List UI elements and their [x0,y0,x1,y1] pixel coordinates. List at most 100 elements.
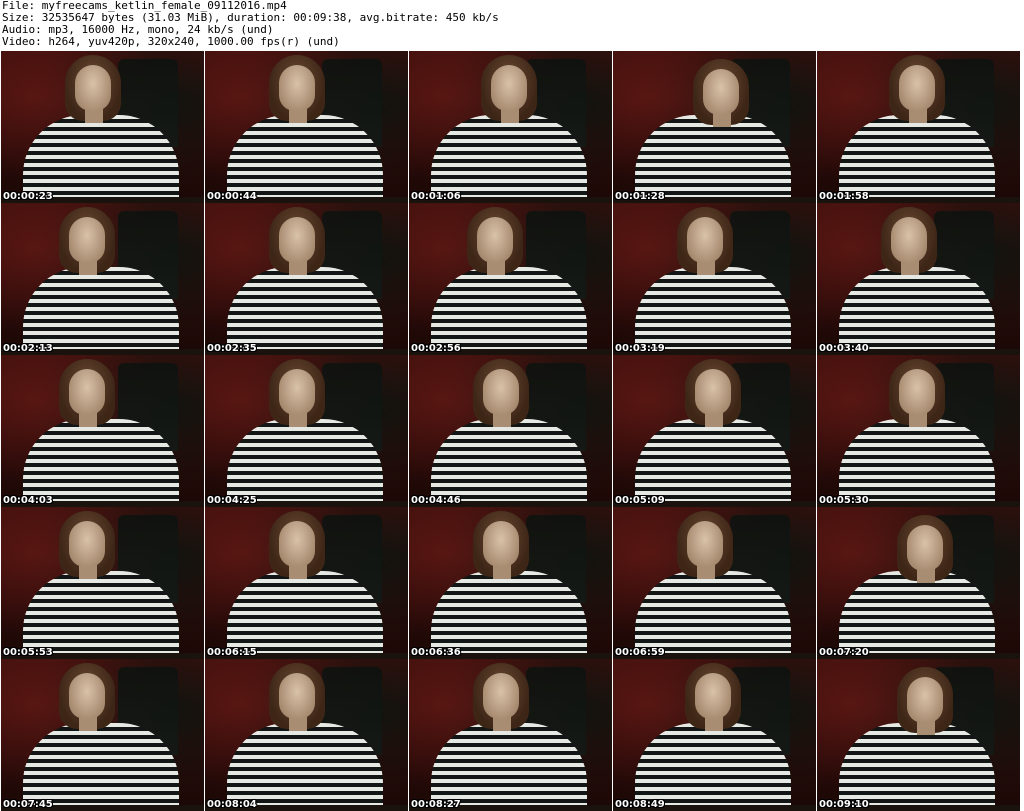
thumbnail: 00:05:53 [1,507,204,659]
thumbnail: 00:05:30 [817,355,1020,507]
face-shape [477,217,513,263]
thumbnail-timestamp: 00:02:13 [3,343,53,354]
thumbnail-timestamp: 00:03:19 [615,343,665,354]
thumbnail-timestamp: 00:02:35 [207,343,257,354]
thumbnail-timestamp: 00:00:23 [3,191,53,202]
face-shape [907,525,943,571]
striped-shirt [431,723,587,811]
thumbnail: 00:00:44 [205,51,408,203]
thumbnail: 00:02:56 [409,203,612,355]
face-shape [687,521,723,567]
face-shape [891,217,927,263]
thumbnail-timestamp: 00:06:59 [615,647,665,658]
thumbnail-timestamp: 00:09:10 [819,799,869,810]
thumbnail-timestamp: 00:07:45 [3,799,53,810]
striped-shirt [839,419,995,507]
thumbnail: 00:01:06 [409,51,612,203]
striped-shirt [839,723,995,811]
striped-shirt [635,267,791,355]
contact-sheet: File: myfreecams_ketlin_female_09112016.… [0,0,1024,811]
face-shape [899,65,935,111]
face-shape [69,217,105,263]
thumbnail-timestamp: 00:04:25 [207,495,257,506]
face-shape [491,65,527,111]
striped-shirt [839,571,995,659]
thumbnail-timestamp: 00:06:15 [207,647,257,658]
striped-shirt [227,267,383,355]
face-shape [687,217,723,263]
thumbnail-timestamp: 00:05:30 [819,495,869,506]
thumbnail: 00:04:03 [1,355,204,507]
thumbnail: 00:03:40 [817,203,1020,355]
video-info-header: File: myfreecams_ketlin_female_09112016.… [2,0,1022,50]
thumbnail-timestamp: 00:03:40 [819,343,869,354]
face-shape [69,369,105,415]
face-shape [279,521,315,567]
thumbnail-timestamp: 00:08:04 [207,799,257,810]
thumbnail-timestamp: 00:06:36 [411,647,461,658]
thumbnail: 00:02:13 [1,203,204,355]
thumbnail-timestamp: 00:04:46 [411,495,461,506]
face-shape [695,673,731,719]
face-shape [279,673,315,719]
face-shape [69,673,105,719]
striped-shirt [431,267,587,355]
thumbnail-timestamp: 00:05:09 [615,495,665,506]
striped-shirt [227,115,383,203]
face-shape [695,369,731,415]
thumbnail: 00:09:10 [817,659,1020,811]
striped-shirt [23,723,179,811]
thumbnail-timestamp: 00:01:58 [819,191,869,202]
face-shape [703,69,739,115]
thumbnail: 00:07:20 [817,507,1020,659]
face-shape [279,217,315,263]
thumbnail-timestamp: 00:08:49 [615,799,665,810]
thumbnail: 00:00:23 [1,51,204,203]
face-shape [483,369,519,415]
striped-shirt [23,571,179,659]
thumbnail: 00:08:04 [205,659,408,811]
striped-shirt [23,115,179,203]
striped-shirt [839,267,995,355]
face-shape [279,369,315,415]
thumbnail: 00:05:09 [613,355,816,507]
thumbnail-grid: 00:00:23 00:00:44 00:01:06 00:01:28 00:0… [1,51,1023,811]
thumbnail: 00:04:25 [205,355,408,507]
thumbnail: 00:07:45 [1,659,204,811]
thumbnail-timestamp: 00:04:03 [3,495,53,506]
striped-shirt [227,723,383,811]
striped-shirt [23,419,179,507]
striped-shirt [839,115,995,203]
thumbnail-timestamp: 00:01:28 [615,191,665,202]
face-shape [907,677,943,723]
thumbnail: 00:02:35 [205,203,408,355]
striped-shirt [635,115,791,203]
thumbnail: 00:01:28 [613,51,816,203]
thumbnail-timestamp: 00:00:44 [207,191,257,202]
thumbnail-timestamp: 00:01:06 [411,191,461,202]
face-shape [483,673,519,719]
thumbnail: 00:06:59 [613,507,816,659]
thumbnail: 00:08:49 [613,659,816,811]
face-shape [75,65,111,111]
striped-shirt [431,115,587,203]
striped-shirt [23,267,179,355]
thumbnail: 00:01:58 [817,51,1020,203]
thumbnail: 00:03:19 [613,203,816,355]
face-shape [483,521,519,567]
striped-shirt [431,571,587,659]
striped-shirt [431,419,587,507]
thumbnail-timestamp: 00:08:27 [411,799,461,810]
face-shape [899,369,935,415]
thumbnail: 00:06:36 [409,507,612,659]
video-info-line: Video: h264, yuv420p, 320x240, 1000.00 f… [2,35,340,48]
striped-shirt [227,419,383,507]
thumbnail-timestamp: 00:07:20 [819,647,869,658]
thumbnail-timestamp: 00:02:56 [411,343,461,354]
thumbnail: 00:04:46 [409,355,612,507]
thumbnail: 00:08:27 [409,659,612,811]
thumbnail: 00:06:15 [205,507,408,659]
striped-shirt [635,419,791,507]
striped-shirt [635,723,791,811]
striped-shirt [635,571,791,659]
